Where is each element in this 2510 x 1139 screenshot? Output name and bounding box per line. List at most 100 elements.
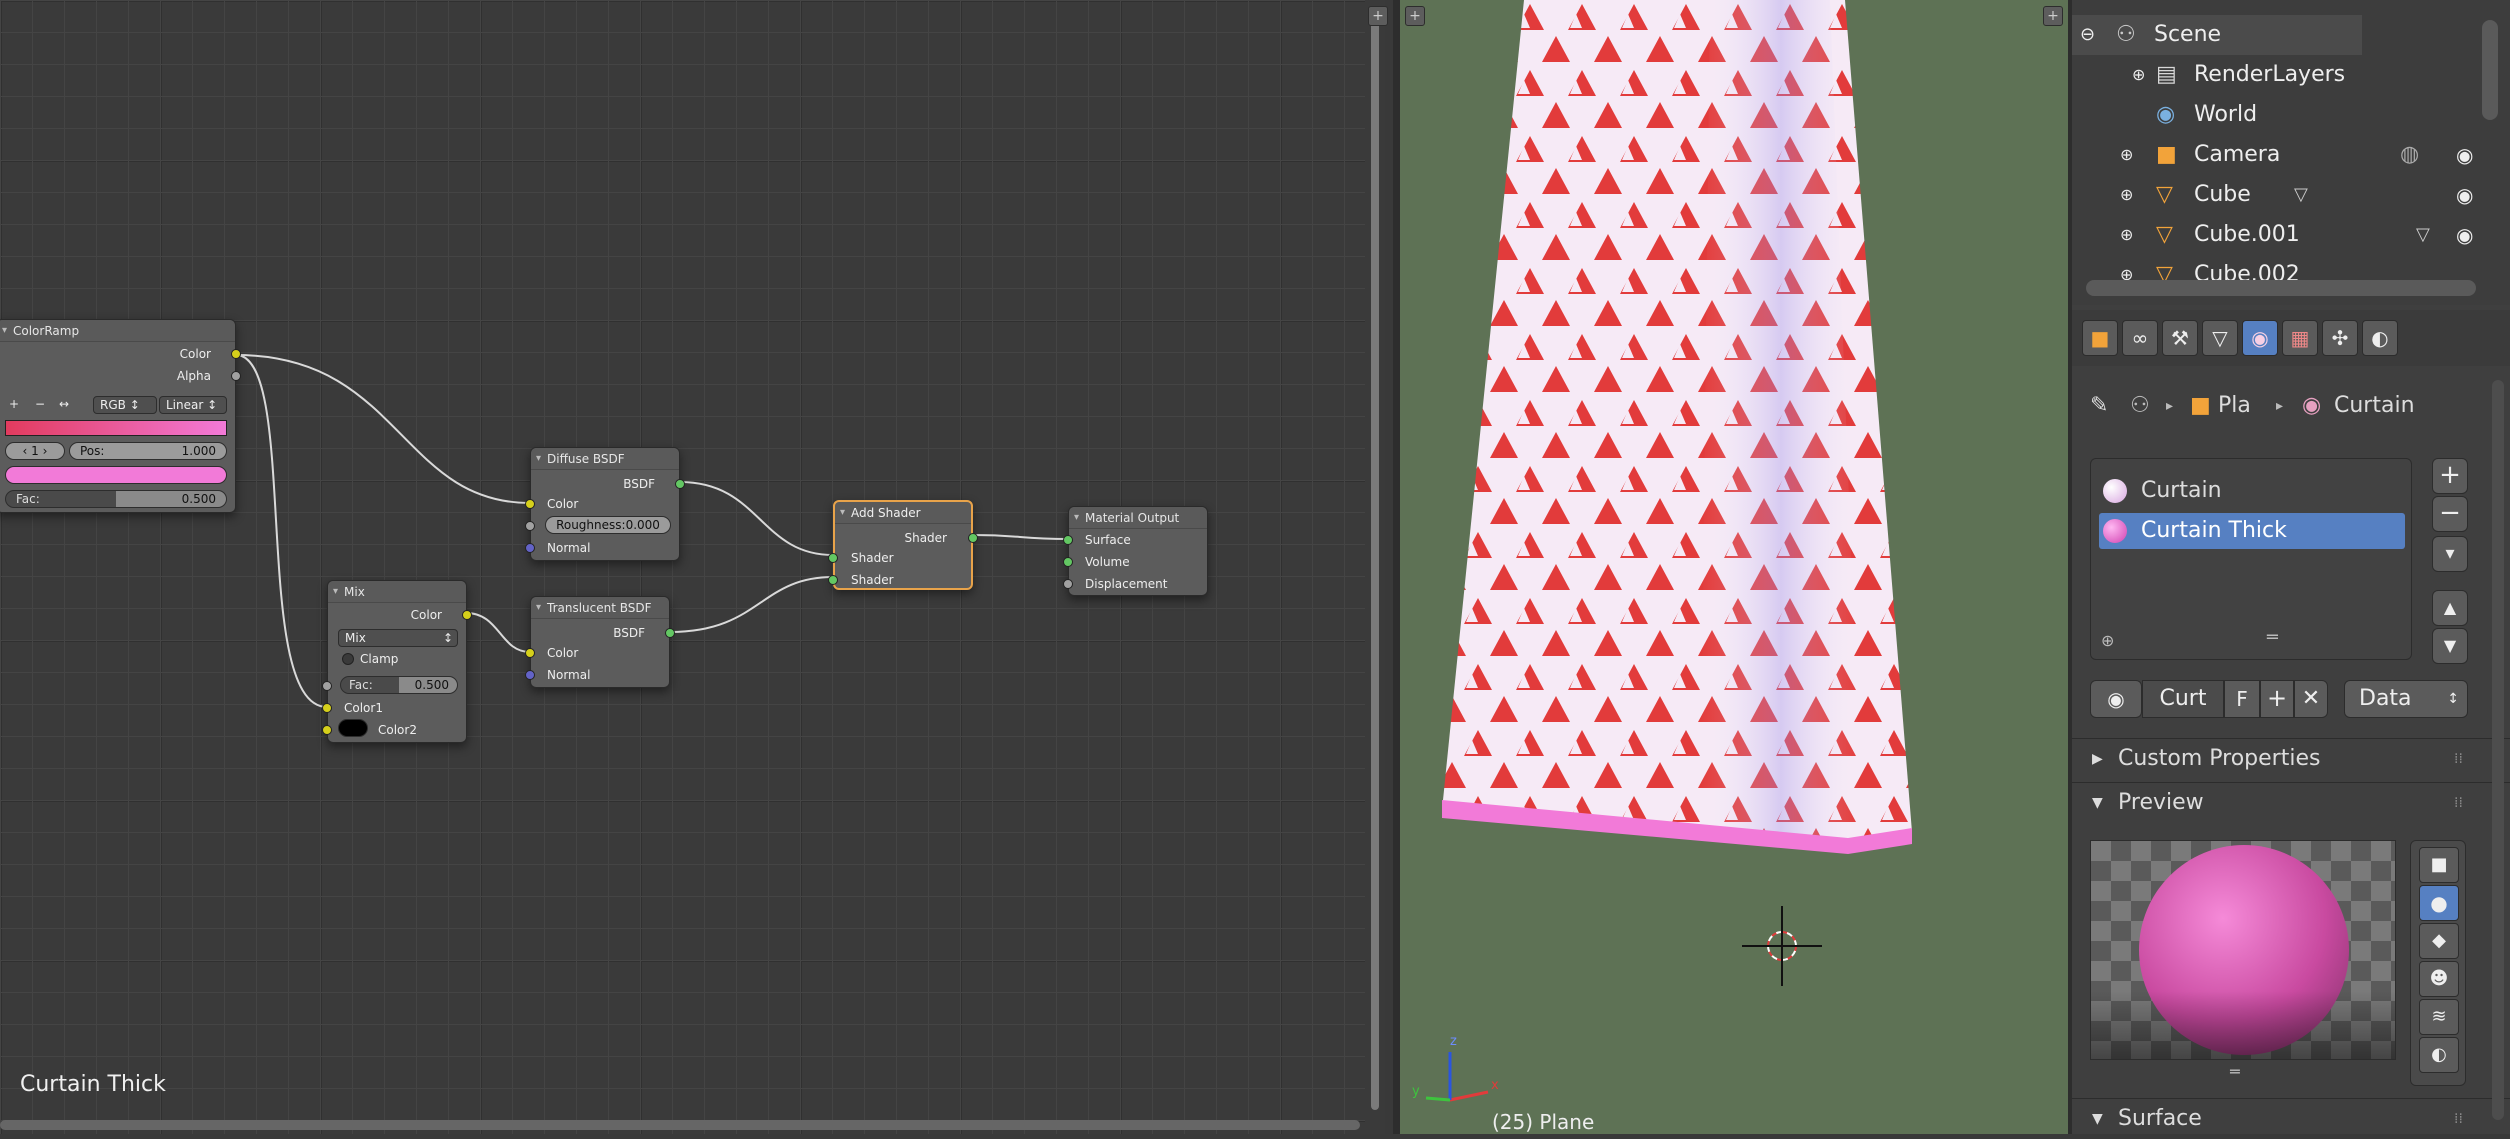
blend-mode-select[interactable]: Mix ↕ (338, 629, 458, 647)
drag-grip-icon[interactable]: ⁞⁞ (2454, 783, 2463, 823)
outliner-item-cube001[interactable]: ⊕ ▽ Cube.001 ▽ ◉ (2072, 215, 2482, 255)
texture-tab-icon[interactable]: ▦ (2282, 320, 2318, 356)
add-slot-button[interactable]: + (2432, 458, 2468, 494)
collapse-icon[interactable]: ⊖ (2080, 15, 2095, 55)
expand-icon[interactable]: ⊕ (2120, 135, 2133, 175)
drag-grip-icon[interactable]: ⁞⁞ (2454, 739, 2463, 779)
socket-color-out[interactable] (231, 349, 241, 359)
new-material-button[interactable]: + (2260, 680, 2294, 718)
node-editor[interactable]: ▾ ColorRamp Color Alpha + − ↔ RGB ↕ Linea… (0, 0, 1385, 1134)
colorramp-node[interactable]: ▾ ColorRamp Color Alpha + − ↔ RGB ↕ Linea… (0, 319, 241, 513)
socket-shader1-in[interactable] (828, 553, 838, 563)
socket-bsdf-out[interactable] (675, 479, 685, 489)
outliner-item-cube[interactable]: ⊕ ▽ Cube ▽ ◉ (2072, 175, 2482, 215)
socket-volume-in[interactable] (1063, 557, 1073, 567)
material-preview[interactable] (2090, 840, 2396, 1060)
unlink-icon[interactable]: ✕ (2294, 680, 2328, 718)
socket-bsdf-out[interactable] (665, 628, 675, 638)
surface-panel-header[interactable]: ▼ Surface ⁞⁞ (2072, 1098, 2510, 1134)
drag-grip-icon[interactable]: ⁞⁞ (2454, 1099, 2463, 1139)
collapse-icon[interactable]: ▾ (1074, 507, 1079, 529)
toolshelf-expand-icon[interactable]: + (1405, 6, 1425, 26)
socket-fac-in[interactable] (322, 681, 332, 691)
slot-specials-icon[interactable]: ▾ (2432, 536, 2468, 572)
visibility-eye-icon[interactable]: ◉ (2456, 175, 2473, 215)
visibility-eye-icon[interactable]: ◉ (2456, 215, 2473, 255)
outliner-item-world[interactable]: ◉ World (2072, 95, 2482, 135)
particles-tab-icon[interactable]: ✣ (2322, 320, 2358, 356)
socket-displacement-in[interactable] (1063, 579, 1073, 589)
visibility-eye-icon[interactable]: ◉ (2456, 135, 2473, 175)
color-mode-select[interactable]: RGB ↕ (93, 396, 157, 414)
object-tab-icon[interactable]: ■ (2082, 320, 2118, 356)
link-mode-select[interactable]: Data ↕ (2344, 680, 2468, 718)
resize-grip-icon[interactable]: ═ (2230, 1062, 2240, 1081)
flat-preview-icon[interactable]: ■ (2419, 847, 2459, 883)
material-output-node[interactable]: ▾ Material Output Surface Volume Displace… (1063, 506, 1208, 596)
cube-preview-icon[interactable]: ◆ (2419, 923, 2459, 959)
socket-color1-in[interactable] (322, 703, 332, 713)
constraints-tab-icon[interactable]: ∞ (2122, 320, 2158, 356)
sphere-preview-icon[interactable]: ● (2419, 885, 2459, 921)
stop-color-swatch[interactable] (5, 466, 227, 484)
move-down-icon[interactable]: ▼ (2432, 628, 2468, 664)
outliner-item-camera[interactable]: ⊕ ■ Camera ◍ ◉ (2072, 135, 2482, 175)
socket-color-in[interactable] (525, 499, 535, 509)
physics-tab-icon[interactable]: ◐ (2362, 320, 2398, 356)
modifiers-tab-icon[interactable]: ⚒ (2162, 320, 2198, 356)
collapse-icon[interactable]: ▾ (2, 320, 7, 342)
datablock-name-field[interactable]: Curt (2142, 680, 2224, 718)
outliner-horizontal-scrollbar[interactable] (2086, 280, 2476, 296)
properties-region-expand-icon[interactable]: + (2043, 6, 2063, 26)
collapse-icon[interactable]: ▾ (536, 448, 541, 470)
material-slot-list[interactable]: Curtain Curtain Thick ⊕ ═ (2090, 458, 2412, 660)
outliner[interactable]: ⊖ ⚇ Scene ⊕ ▤ RenderLayers ◉ World ⊕ ■ C… (2072, 0, 2510, 305)
properties-scrollbar[interactable] (2492, 380, 2504, 1120)
diffuse-bsdf-node[interactable]: ▾ Diffuse BSDF BSDF Color Roughness:0.000… (525, 447, 685, 561)
outliner-item-renderlayers[interactable]: ⊕ ▤ RenderLayers (2072, 55, 2482, 95)
interpolation-select[interactable]: Linear ↕ (159, 396, 227, 414)
3d-viewport[interactable]: x y z (25) Plane (1400, 0, 2070, 1134)
mix-rgb-node[interactable]: ▾ Mix Color Mix ↕ Clamp Fac: 0.500 Color1 C… (322, 580, 472, 743)
node-editor-vertical-scrollbar[interactable] (1365, 0, 1385, 1134)
resize-grip-icon[interactable]: ═ (2267, 627, 2278, 648)
color-ramp-gradient[interactable] (5, 420, 227, 436)
add-filter-icon[interactable]: ⊕ (2101, 631, 2114, 650)
socket-surface-in[interactable] (1063, 535, 1073, 545)
collapse-icon[interactable]: ▾ (840, 502, 845, 524)
socket-normal-in[interactable] (525, 543, 535, 553)
add-shader-node[interactable]: ▾ Add Shader Shader Shader Shader (828, 500, 978, 590)
material-slot-0[interactable]: Curtain (2099, 473, 2405, 509)
add-stop-button[interactable]: + (9, 394, 19, 414)
socket-shader2-in[interactable] (828, 575, 838, 585)
socket-color-out[interactable] (462, 610, 472, 620)
remove-slot-button[interactable]: − (2432, 496, 2468, 532)
socket-roughness-in[interactable] (525, 521, 535, 531)
expand-icon[interactable]: ⊕ (2132, 55, 2145, 95)
mesh-data-tab-icon[interactable]: ▽ (2202, 320, 2238, 356)
world-sphere-preview-icon[interactable]: ◐ (2419, 1037, 2459, 1073)
roughness-field[interactable]: Roughness:0.000 (545, 516, 671, 534)
material-tab-icon[interactable]: ◉ (2242, 320, 2278, 356)
stop-index-field[interactable]: ‹ 1 › (5, 442, 65, 460)
material-slot-1[interactable]: Curtain Thick (2099, 513, 2405, 549)
outliner-scrollbar[interactable] (2482, 20, 2498, 120)
color2-swatch[interactable] (338, 719, 368, 737)
stop-position-field[interactable]: Pos: 1.000 (69, 442, 227, 460)
clamp-checkbox[interactable] (342, 653, 354, 665)
browse-material-icon[interactable]: ◉ (2090, 680, 2142, 718)
scrollbar-thumb[interactable] (1371, 20, 1379, 1110)
expand-icon[interactable]: ⊕ (2120, 175, 2133, 215)
outliner-item-scene[interactable]: ⊖ ⚇ Scene (2072, 15, 2482, 55)
collapse-icon[interactable]: ▾ (536, 597, 541, 619)
fake-user-button[interactable]: F (2224, 680, 2260, 718)
socket-normal-in[interactable] (525, 670, 535, 680)
flip-ramp-button[interactable]: ↔ (59, 394, 69, 414)
fac-slider[interactable]: Fac: 0.500 (340, 676, 458, 694)
horizontal-scrollbar[interactable] (0, 1120, 1360, 1130)
remove-stop-button[interactable]: − (35, 394, 45, 414)
custom-properties-panel-header[interactable]: ▶ Custom Properties ⁞⁞ (2072, 738, 2510, 778)
fac-slider[interactable]: Fac: 0.500 (5, 490, 227, 508)
monkey-preview-icon[interactable]: ☻ (2419, 961, 2459, 997)
socket-shader-out[interactable] (968, 533, 978, 543)
